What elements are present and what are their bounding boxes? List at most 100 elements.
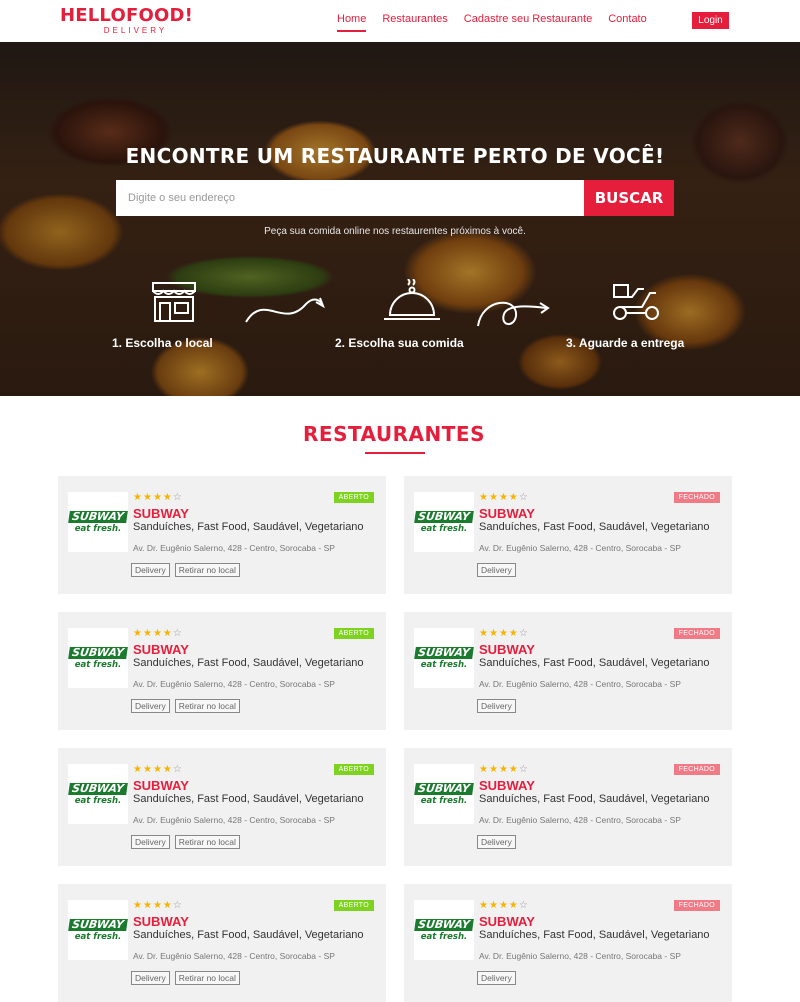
star-icon: ★ xyxy=(479,764,489,775)
restaurant-card[interactable]: SUBWAY eat fresh. ★★★★☆ FECHADO SUBWAY Sanduí… xyxy=(404,612,732,730)
hero-banner: ENCONTRE UM RESTAURANTE PERTO DE VOCÊ! B… xyxy=(0,42,800,396)
restaurant-card[interactable]: SUBWAY eat fresh. ★★★★☆ ABERTO SUBWAY Sanduíc… xyxy=(58,748,386,866)
restaurant-categories: Sanduíches, Fast Food, Saudável, Vegetar… xyxy=(133,521,364,533)
heading-underline xyxy=(365,452,425,454)
service-tags: Delivery Retirar no local xyxy=(131,563,245,577)
step-choose-location: 1. Escolha o local xyxy=(112,279,213,350)
service-tag: Delivery xyxy=(477,835,516,849)
step-choose-food: 2. Escolha sua comida xyxy=(335,278,464,350)
star-icon: ★ xyxy=(133,764,143,775)
curved-arrow-icon xyxy=(245,297,325,323)
logo-tagline: eat fresh. xyxy=(74,523,122,534)
status-badge: ABERTO xyxy=(333,628,374,639)
status-badge: ABERTO xyxy=(333,492,374,503)
star-icon: ★ xyxy=(508,764,519,775)
restaurant-categories: Sanduíches, Fast Food, Saudável, Vegetar… xyxy=(479,929,710,941)
restaurant-name[interactable]: SUBWAY xyxy=(133,778,189,793)
nav-restaurants[interactable]: Restaurantes xyxy=(382,13,447,32)
restaurant-card[interactable]: SUBWAY eat fresh. ★★★★☆ FECHADO SUBWAY Sanduí… xyxy=(404,748,732,866)
restaurant-name[interactable]: SUBWAY xyxy=(133,642,189,657)
restaurant-logo: SUBWAY eat fresh. xyxy=(414,492,474,552)
star-icon: ☆ xyxy=(172,492,183,503)
service-tag: Delivery xyxy=(131,835,170,849)
star-icon: ★ xyxy=(152,628,163,639)
rating-stars: ★★★★☆ xyxy=(133,764,183,775)
restaurant-address: Av. Dr. Eugênio Salerno, 428 - Centro, S… xyxy=(133,951,335,961)
store-icon xyxy=(152,282,197,322)
nav-contact[interactable]: Contato xyxy=(608,13,647,32)
restaurant-address: Av. Dr. Eugênio Salerno, 428 - Centro, S… xyxy=(133,543,335,553)
rating-stars: ★★★★☆ xyxy=(479,764,529,775)
star-icon: ★ xyxy=(133,628,143,639)
restaurant-card[interactable]: SUBWAY eat fresh. ★★★★☆ FECHADO SUBWAY Sanduí… xyxy=(404,476,732,594)
rating-stars: ★★★★☆ xyxy=(133,628,183,639)
star-icon: ☆ xyxy=(518,900,529,911)
restaurant-card[interactable]: SUBWAY eat fresh. ★★★★☆ ABERTO SUBWAY Sanduíc… xyxy=(58,476,386,594)
service-tags: Delivery xyxy=(477,563,521,577)
star-icon: ★ xyxy=(479,492,489,503)
logo-brand-text: SUBWAY xyxy=(68,918,128,931)
logo-tagline: eat fresh. xyxy=(74,795,122,806)
restaurant-name[interactable]: SUBWAY xyxy=(133,506,189,521)
restaurant-logo: SUBWAY eat fresh. xyxy=(68,764,128,824)
star-icon: ★ xyxy=(152,492,163,503)
restaurant-card[interactable]: SUBWAY eat fresh. ★★★★☆ FECHADO SUBWAY Sanduí… xyxy=(404,884,732,1002)
restaurant-name[interactable]: SUBWAY xyxy=(479,914,535,929)
star-icon: ☆ xyxy=(518,628,529,639)
service-tag: Retirar no local xyxy=(174,971,240,985)
service-tags: Delivery Retirar no local xyxy=(131,699,245,713)
rating-stars: ★★★★☆ xyxy=(479,492,529,503)
star-icon: ★ xyxy=(508,492,519,503)
service-tags: Delivery xyxy=(477,971,521,985)
restaurant-logo: SUBWAY eat fresh. xyxy=(414,764,474,824)
star-icon: ★ xyxy=(488,764,499,775)
rating-stars: ★★★★☆ xyxy=(133,492,183,503)
rating-stars: ★★★★☆ xyxy=(479,628,529,639)
restaurant-card[interactable]: SUBWAY eat fresh. ★★★★☆ ABERTO SUBWAY Sanduíc… xyxy=(58,884,386,1002)
restaurant-address: Av. Dr. Eugênio Salerno, 428 - Centro, S… xyxy=(133,679,335,689)
restaurant-address: Av. Dr. Eugênio Salerno, 428 - Centro, S… xyxy=(479,679,681,689)
restaurant-name[interactable]: SUBWAY xyxy=(479,506,535,521)
service-tag: Delivery xyxy=(131,699,170,713)
search-button[interactable]: BUSCAR xyxy=(584,180,674,216)
status-badge: ABERTO xyxy=(333,764,374,775)
restaurant-name[interactable]: SUBWAY xyxy=(479,778,535,793)
service-tag: Delivery xyxy=(477,563,516,577)
nav-register-restaurant[interactable]: Cadastre seu Restaurante xyxy=(464,13,592,32)
restaurant-name[interactable]: SUBWAY xyxy=(479,642,535,657)
star-icon: ★ xyxy=(508,900,519,911)
main-nav: Home Restaurantes Cadastre seu Restauran… xyxy=(337,13,663,32)
cloche-icon xyxy=(384,278,441,320)
service-tag: Delivery xyxy=(131,563,170,577)
login-button[interactable]: Login xyxy=(692,12,729,29)
star-icon: ★ xyxy=(133,900,143,911)
star-icon: ☆ xyxy=(518,492,529,503)
restaurant-logo: SUBWAY eat fresh. xyxy=(68,900,128,960)
service-tags: Delivery Retirar no local xyxy=(131,835,245,849)
star-icon: ☆ xyxy=(172,764,183,775)
logo-brand-text: SUBWAY xyxy=(68,782,128,795)
restaurant-card[interactable]: SUBWAY eat fresh. ★★★★☆ ABERTO SUBWAY Sanduíc… xyxy=(58,612,386,730)
hero-title: ENCONTRE UM RESTAURANTE PERTO DE VOCÊ! xyxy=(125,144,665,168)
restaurant-categories: Sanduíches, Fast Food, Saudável, Vegetar… xyxy=(133,793,364,805)
star-icon: ★ xyxy=(162,492,173,503)
logo-brand-text: SUBWAY xyxy=(414,782,474,795)
logo-brand-text: SUBWAY xyxy=(414,918,474,931)
nav-home[interactable]: Home xyxy=(337,13,367,32)
restaurants-heading: RESTAURANTES xyxy=(303,422,485,446)
star-icon: ★ xyxy=(488,900,499,911)
restaurant-address: Av. Dr. Eugênio Salerno, 428 - Centro, S… xyxy=(479,815,681,825)
site-logo[interactable]: HELLOFOOD! DELIVERY xyxy=(60,6,193,36)
step-await-delivery: 3. Aguarde a entrega xyxy=(566,279,684,350)
star-icon: ★ xyxy=(479,900,489,911)
star-icon: ★ xyxy=(133,492,143,503)
star-icon: ★ xyxy=(152,900,163,911)
restaurant-name[interactable]: SUBWAY xyxy=(133,914,189,929)
step-3-label: 3. Aguarde a entrega xyxy=(566,336,685,350)
star-icon: ★ xyxy=(162,764,173,775)
service-tag: Delivery xyxy=(131,971,170,985)
restaurant-logo: SUBWAY eat fresh. xyxy=(414,628,474,688)
address-search-input[interactable] xyxy=(116,180,584,216)
logo-tagline: eat fresh. xyxy=(74,931,122,942)
star-icon: ★ xyxy=(488,492,499,503)
